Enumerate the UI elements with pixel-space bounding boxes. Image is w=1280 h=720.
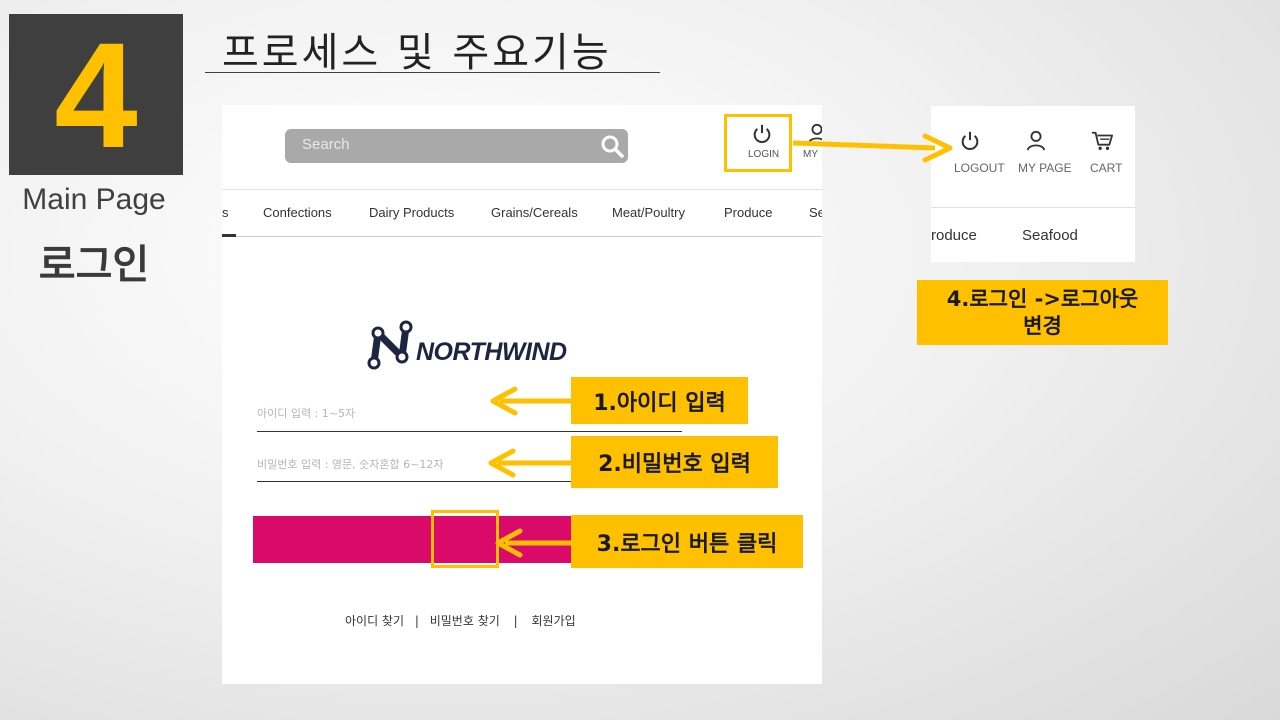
arrow-left-icon bbox=[488, 448, 571, 478]
arrow-left-icon bbox=[495, 528, 571, 558]
arrow-left-icon bbox=[490, 386, 571, 416]
annotation-arrows bbox=[488, 133, 953, 558]
arrow-right-icon bbox=[792, 133, 953, 163]
